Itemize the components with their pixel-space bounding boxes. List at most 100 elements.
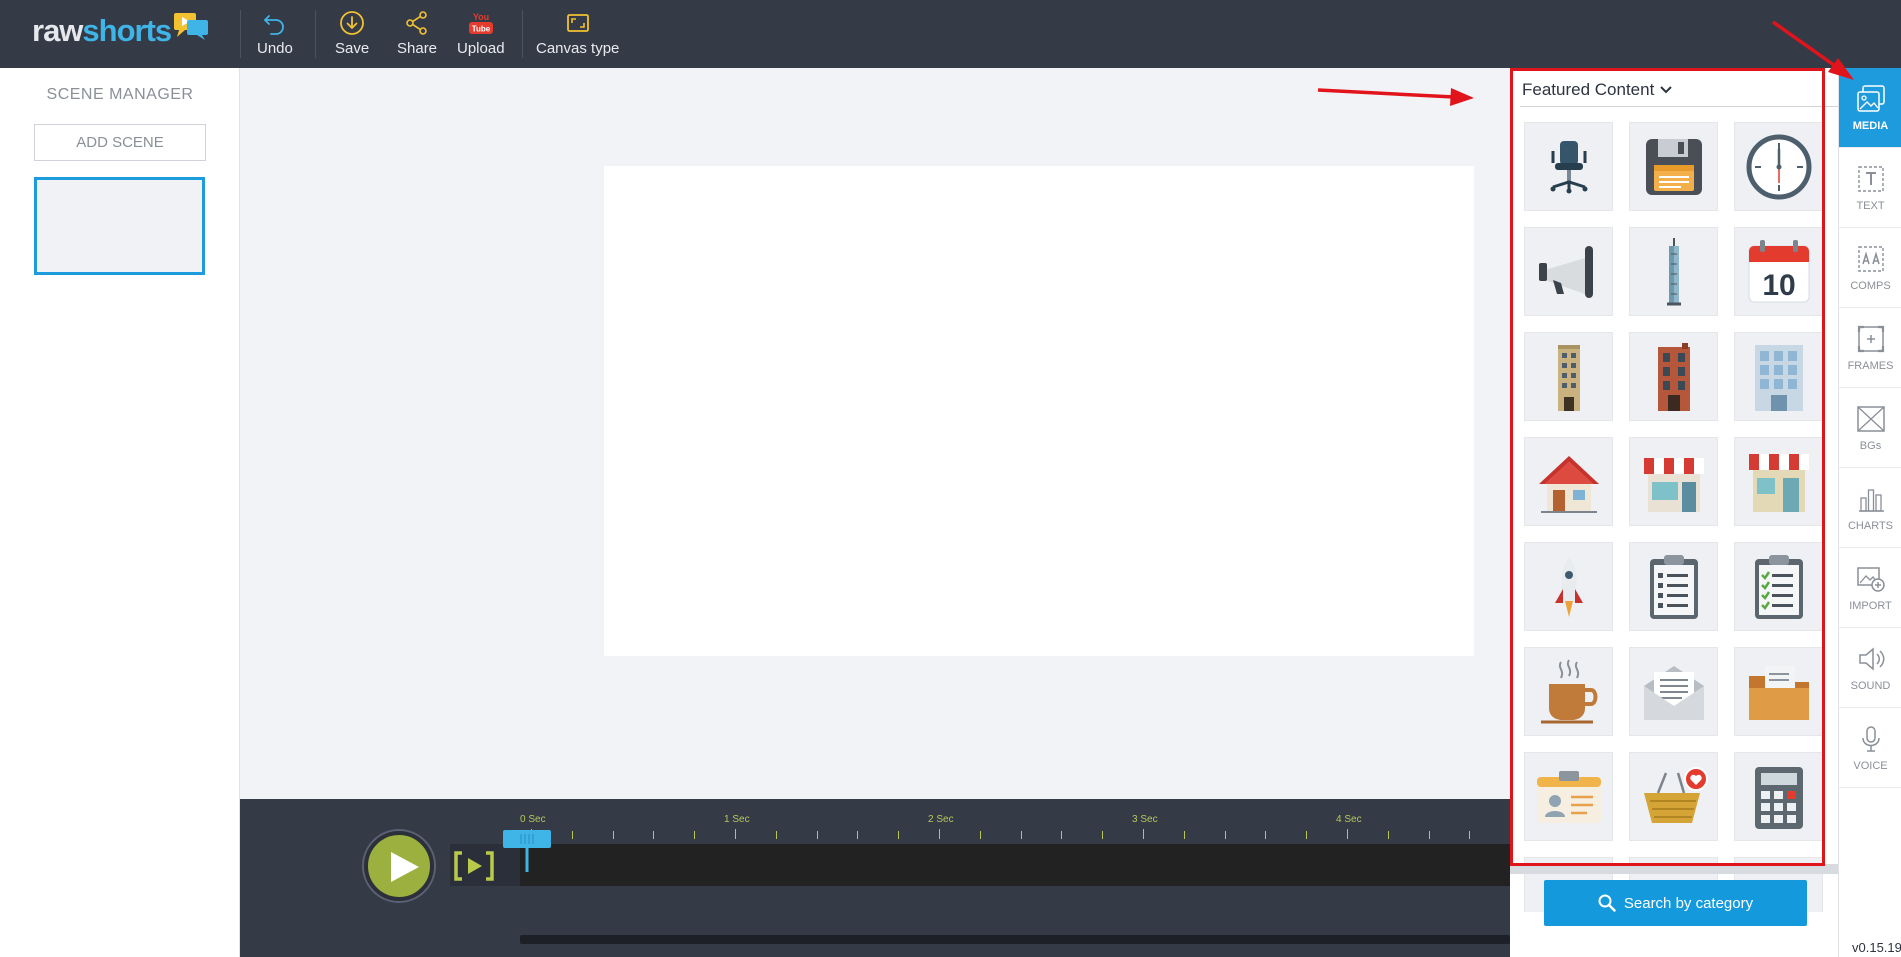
ruler-tick [571, 831, 573, 839]
play-button[interactable] [364, 831, 434, 901]
media-item[interactable] [1629, 437, 1718, 526]
media-item[interactable] [1629, 227, 1718, 316]
rail-item-frames[interactable]: FRAMES [1839, 308, 1901, 388]
media-item[interactable] [1629, 332, 1718, 421]
media-item[interactable] [1629, 647, 1718, 736]
scene-manager-title: SCENE MANAGER [46, 86, 194, 103]
ruler-tick [1143, 829, 1144, 839]
rail-label: IMPORT [1849, 599, 1892, 612]
frames-icon [1857, 325, 1884, 352]
voice-icon [1861, 725, 1880, 752]
backgrounds-icon [1856, 405, 1885, 432]
media-item[interactable] [1524, 542, 1613, 631]
canvas-type-button[interactable]: Canvas type [536, 10, 619, 60]
editor-canvas[interactable] [604, 166, 1474, 656]
media-panel-scrollbar[interactable] [1510, 864, 1838, 874]
timeline-panel: 0 Sec 1 Sec 2 Sec 3 Sec 4 Sec [240, 799, 1510, 957]
ruler-tick [775, 831, 777, 839]
media-item[interactable] [1524, 332, 1613, 421]
ruler-tick [1469, 831, 1471, 839]
ruler-tick [939, 829, 940, 839]
share-icon [406, 11, 427, 35]
media-item[interactable] [1524, 752, 1613, 841]
media-item[interactable] [1734, 332, 1823, 421]
save-download-icon [340, 11, 364, 35]
media-item[interactable]: 10 [1734, 227, 1823, 316]
rail-label: TEXT [1856, 199, 1885, 212]
rail-item-voice[interactable]: VOICE [1839, 708, 1901, 788]
shop-icon [1643, 457, 1704, 512]
glass-building-icon [1754, 344, 1803, 411]
media-item[interactable] [1734, 542, 1823, 631]
shopping-basket-icon [1643, 766, 1708, 823]
add-scene-button[interactable]: ADD SCENE [34, 124, 206, 161]
rawshorts-logo[interactable]: raw shorts [32, 13, 209, 48]
sound-icon [1858, 646, 1884, 671]
ruler-label: 4 Sec [1336, 814, 1362, 825]
media-item[interactable] [1524, 122, 1613, 211]
upload-label: Upload [457, 40, 505, 57]
coffee-cup-icon [1540, 658, 1597, 723]
search-by-category-button[interactable]: Search by category [1544, 880, 1807, 926]
ruler-tick [1387, 831, 1389, 839]
scene-manager-panel: SCENE MANAGER ADD SCENE [0, 68, 240, 957]
save-button[interactable]: Save [335, 10, 369, 60]
media-item[interactable] [1734, 752, 1823, 841]
version-label: v0.15.19 [1852, 940, 1901, 955]
ruler-label: 1 Sec [724, 814, 750, 825]
ruler-tick [979, 831, 981, 839]
rail-label: MEDIA [1852, 119, 1889, 132]
rail-item-charts[interactable]: CHARTS [1839, 468, 1901, 548]
play-scene-icon[interactable] [452, 851, 496, 881]
share-button[interactable]: Share [397, 10, 437, 60]
rail-item-text[interactable]: TEXT [1839, 148, 1901, 228]
tall-building-icon [1557, 344, 1580, 411]
annotation-arrowhead-left [1450, 88, 1474, 106]
canvas-type-icon [566, 14, 589, 32]
clipboard-check-icon [1754, 554, 1803, 619]
scene-thumbnail[interactable] [34, 177, 205, 275]
rail-item-media[interactable]: MEDIA [1839, 68, 1901, 148]
tower-icon [1666, 237, 1681, 305]
play-icon [391, 852, 419, 882]
clock-icon [1746, 134, 1811, 199]
media-item[interactable] [1734, 647, 1823, 736]
timeline-track[interactable] [520, 844, 1510, 886]
media-item[interactable] [1734, 437, 1823, 526]
rail-item-comps[interactable]: COMPS [1839, 228, 1901, 308]
media-item[interactable] [1629, 542, 1718, 631]
id-card-icon [1536, 770, 1601, 823]
calculator-icon [1754, 766, 1803, 829]
logo-text-shorts: shorts [82, 13, 172, 48]
folder-icon [1748, 665, 1809, 720]
media-item[interactable] [1629, 752, 1718, 841]
media-item[interactable] [1629, 122, 1718, 211]
youtube-icon: You Tube [468, 12, 493, 34]
undo-button[interactable]: Undo [257, 10, 293, 60]
undo-label: Undo [257, 40, 293, 57]
ruler-tick [898, 831, 900, 839]
ruler-label: 0 Sec [520, 814, 546, 825]
media-item[interactable] [1524, 437, 1613, 526]
upload-youtube-button[interactable]: You Tube Upload [457, 10, 505, 60]
rail-item-bgs[interactable]: BGs [1839, 388, 1901, 468]
featured-content-dropdown[interactable]: Featured Content [1522, 80, 1673, 100]
playhead-handle-icon[interactable] [502, 829, 552, 874]
brick-building-icon [1657, 342, 1690, 411]
rail-item-sound[interactable]: SOUND [1839, 628, 1901, 708]
ruler-tick [1224, 831, 1226, 839]
timeline-scrollbar[interactable] [520, 935, 1510, 944]
ruler-tick [1428, 831, 1430, 839]
ruler-tick [653, 831, 655, 839]
ruler-tick [1265, 831, 1267, 839]
rail-label: VOICE [1853, 759, 1888, 772]
media-item[interactable] [1524, 647, 1613, 736]
rail-label: CHARTS [1847, 519, 1894, 532]
media-item[interactable] [1524, 227, 1613, 316]
rail-label: COMPS [1850, 279, 1891, 292]
save-label: Save [335, 40, 370, 57]
rail-item-import[interactable]: IMPORT [1839, 548, 1901, 628]
annotation-arrow-left [1317, 88, 1455, 99]
media-item[interactable] [1734, 122, 1823, 211]
rail-label: BGs [1859, 439, 1882, 452]
